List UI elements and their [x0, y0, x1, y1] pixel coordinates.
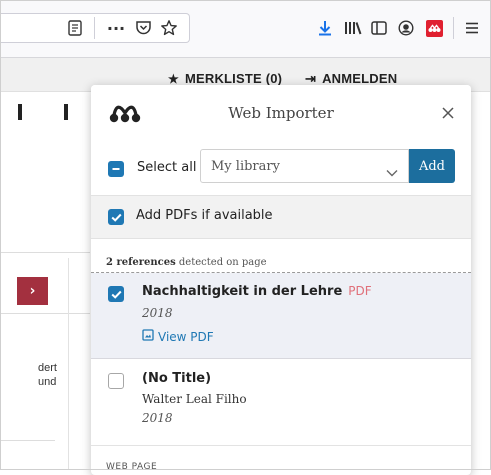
- reference-year: 2018: [142, 411, 173, 425]
- close-icon[interactable]: [436, 101, 460, 125]
- add-pdfs-row: Add PDFs if available: [91, 195, 471, 239]
- login-icon: ⇥: [305, 71, 317, 86]
- page-text-line: dert: [38, 362, 57, 374]
- popup-header: Web Importer: [91, 85, 471, 143]
- page-vertical-rule: [68, 258, 69, 470]
- mendeley-extension-icon[interactable]: [424, 18, 444, 38]
- page-text-fragment: dert und: [38, 361, 57, 389]
- chevron-down-icon: [386, 162, 398, 181]
- pdf-file-icon: [142, 329, 154, 344]
- account-icon[interactable]: [396, 18, 416, 38]
- reference-title: Nachhaltigkeit in der Lehre PDF: [142, 284, 372, 299]
- sidebar-icon[interactable]: [369, 18, 389, 38]
- view-pdf-link[interactable]: View PDF: [142, 329, 214, 344]
- page-rule: [0, 252, 90, 253]
- page-rule: [0, 440, 55, 441]
- select-row: Select all My library Add: [91, 143, 471, 195]
- select-all-label: Select all: [137, 160, 197, 175]
- reference-item[interactable]: (No Title) Walter Leal Filho 2018: [91, 360, 471, 446]
- page-text-line: und: [38, 376, 57, 388]
- popup-title: Web Importer: [228, 104, 334, 122]
- toolbar-divider: [94, 17, 95, 39]
- reference-checkbox[interactable]: [108, 373, 124, 389]
- library-icon[interactable]: [342, 18, 364, 38]
- menu-icon[interactable]: [462, 18, 482, 38]
- web-page-section-label: WEB PAGE: [106, 462, 158, 472]
- page-divider-mark: [18, 104, 22, 120]
- anmelden-label: ANMELDEN: [322, 71, 398, 86]
- reference-title: (No Title): [142, 371, 212, 386]
- page-divider-mark: [64, 104, 68, 120]
- pocket-icon[interactable]: [133, 18, 153, 38]
- star-icon: ★: [168, 72, 179, 86]
- reference-author: Walter Leal Filho: [142, 392, 247, 406]
- add-pdfs-label: Add PDFs if available: [136, 208, 273, 223]
- merkliste-link[interactable]: ★ MERKLISTE (0): [168, 71, 282, 86]
- more-icon[interactable]: ···: [104, 17, 128, 39]
- detected-count: 2 references: [106, 257, 176, 268]
- reader-icon[interactable]: [66, 19, 84, 37]
- detected-references-text: 2 references detected on page: [106, 257, 267, 268]
- download-icon[interactable]: [315, 18, 335, 38]
- star-icon[interactable]: [159, 18, 179, 38]
- next-arrow-button[interactable]: ›: [17, 277, 48, 305]
- browser-toolbar: ···: [0, 0, 491, 58]
- library-dropdown[interactable]: My library: [200, 149, 409, 183]
- reference-title-text: Nachhaltigkeit in der Lehre: [142, 284, 343, 299]
- reference-item[interactable]: Nachhaltigkeit in der Lehre PDF 2018 View…: [91, 273, 471, 359]
- pdf-badge: PDF: [348, 284, 372, 298]
- library-dropdown-value: My library: [211, 159, 280, 174]
- page-rule: [0, 313, 90, 314]
- toolbar-divider: [453, 17, 454, 39]
- web-importer-popup: Web Importer Select all My library Add A…: [91, 85, 471, 475]
- reference-checkbox[interactable]: [108, 286, 124, 302]
- detected-suffix: detected on page: [175, 257, 267, 268]
- view-pdf-label: View PDF: [158, 329, 214, 344]
- add-pdfs-checkbox[interactable]: [108, 209, 124, 225]
- add-button[interactable]: Add: [409, 149, 455, 183]
- reference-year: 2018: [142, 306, 173, 320]
- merkliste-label: MERKLISTE (0): [184, 71, 283, 86]
- select-all-checkbox[interactable]: [108, 161, 124, 177]
